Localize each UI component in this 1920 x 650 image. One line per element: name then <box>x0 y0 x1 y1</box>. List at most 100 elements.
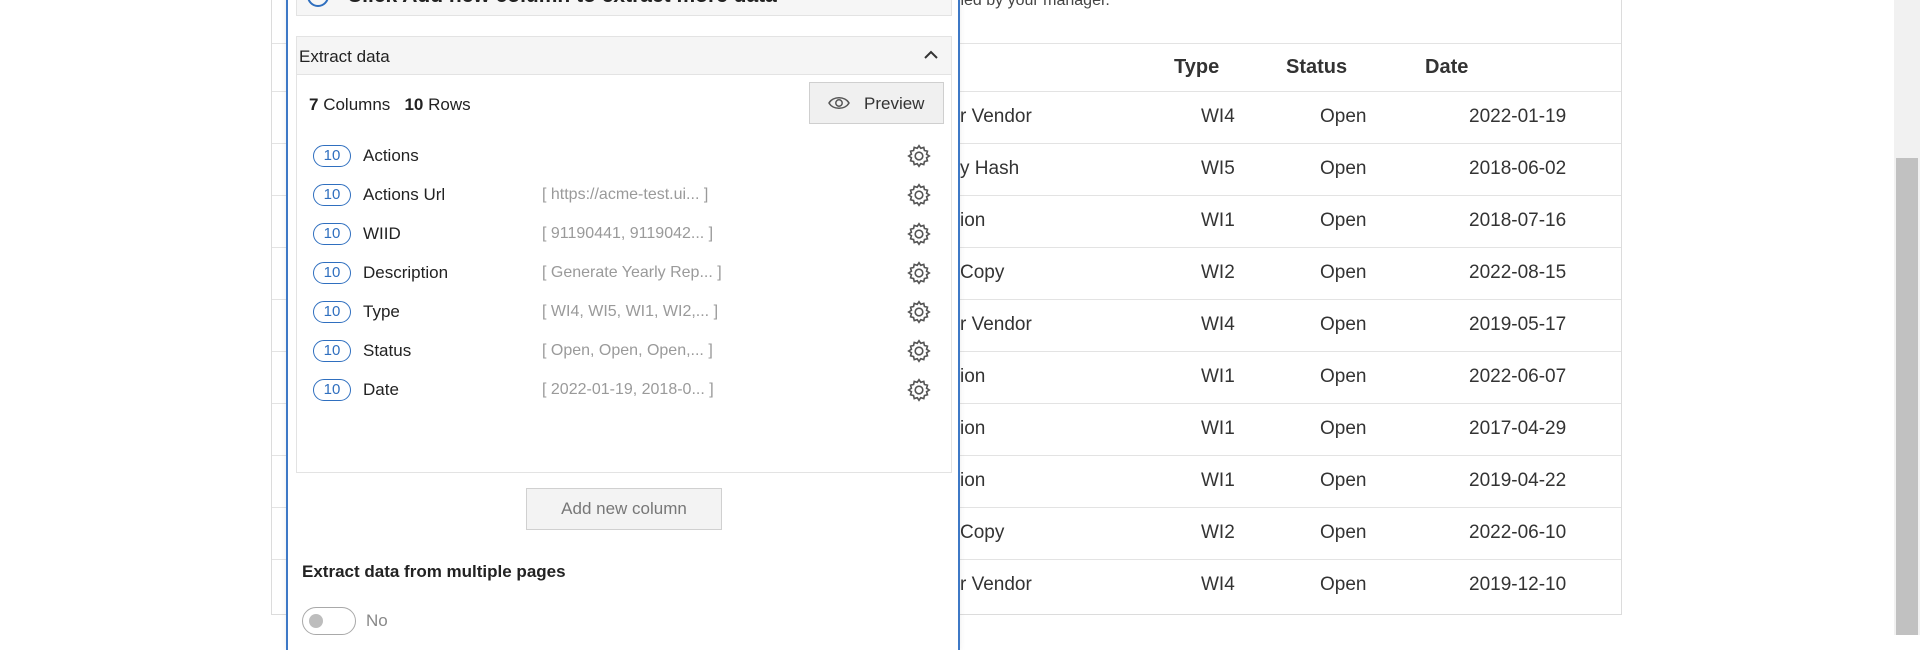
cell-status: Open <box>1320 522 1367 543</box>
cell-status: Open <box>1320 314 1367 335</box>
info-banner-text: Click Add new column to extract more dat… <box>347 0 777 8</box>
column-count-badge: 10 <box>313 379 351 401</box>
cell-description: r Vendor <box>960 106 1032 127</box>
cell-description: ion <box>960 210 986 231</box>
extracted-column-row: 10 Date [ 2022-01-19, 2018-0... ] <box>297 371 951 411</box>
cell-date: 2018-07-16 <box>1469 210 1567 231</box>
add-new-column-button[interactable]: Add new column <box>526 488 722 530</box>
extracted-column-row: 10 Status [ Open, Open, Open,... ] <box>297 332 951 372</box>
columns-label: Columns <box>323 95 391 114</box>
column-sample-values: [ 2022-01-19, 2018-0... ] <box>542 381 714 398</box>
cell-type: WI4 <box>1201 574 1235 595</box>
cell-status: Open <box>1320 470 1367 491</box>
gear-icon[interactable] <box>906 260 932 286</box>
extract-data-header[interactable]: Extract data <box>297 37 951 75</box>
extracted-column-row: 10 Actions <box>297 137 951 177</box>
cell-description: r Vendor <box>960 574 1032 595</box>
cell-type: WI4 <box>1201 106 1235 127</box>
column-header-status[interactable]: Status <box>1286 56 1347 79</box>
gear-icon[interactable] <box>906 377 932 403</box>
scrollbar-thumb[interactable] <box>1896 158 1918 635</box>
extracted-column-row: 10 WIID [ 91190441, 9119042... ] <box>297 215 951 255</box>
gear-icon[interactable] <box>906 182 932 208</box>
cell-type: WI1 <box>1201 366 1235 387</box>
cell-description: ion <box>960 418 986 439</box>
gear-icon[interactable] <box>906 221 932 247</box>
cell-type: WI5 <box>1201 158 1235 179</box>
column-name: Status <box>363 341 412 360</box>
column-count-badge: 10 <box>313 184 351 206</box>
column-sample-values: [ Open, Open, Open,... ] <box>542 342 713 359</box>
preview-button[interactable]: Preview <box>809 82 944 124</box>
cell-date: 2022-08-15 <box>1469 262 1567 283</box>
cell-status: Open <box>1320 366 1367 387</box>
cell-date: 2022-06-07 <box>1469 366 1567 387</box>
column-count-badge: 10 <box>313 301 351 323</box>
cell-date: 2019-05-17 <box>1469 314 1567 335</box>
cell-status: Open <box>1320 262 1367 283</box>
column-sample-values: [ Generate Yearly Rep... ] <box>542 264 722 281</box>
cell-description: ion <box>960 366 986 387</box>
cell-type: WI2 <box>1201 262 1235 283</box>
eye-icon <box>828 97 850 109</box>
cell-date: 2018-06-02 <box>1469 158 1567 179</box>
page-scrollbar[interactable] <box>1894 0 1920 635</box>
extracted-column-row: 10 Description [ Generate Yearly Rep... ] <box>297 254 951 294</box>
cell-description: Copy <box>960 262 1005 283</box>
gear-icon[interactable] <box>906 338 932 364</box>
gear-icon[interactable] <box>906 299 932 325</box>
column-name: Actions <box>363 146 419 165</box>
cell-description: ion <box>960 470 986 491</box>
column-name: Actions Url <box>363 185 446 204</box>
cell-description: r Vendor <box>960 314 1032 335</box>
cell-status: Open <box>1320 158 1367 179</box>
cell-status: Open <box>1320 418 1367 439</box>
cell-status: Open <box>1320 106 1367 127</box>
cell-type: WI1 <box>1201 210 1235 231</box>
page-subtitle: ...illed by your manager. <box>940 0 1110 9</box>
column-sample-values: [ https://acme-test.ui... ] <box>542 186 709 203</box>
cell-type: WI4 <box>1201 314 1235 335</box>
column-count-badge: 10 <box>313 223 351 245</box>
info-banner: Click Add new column to extract more dat… <box>296 0 952 16</box>
column-count-badge: 10 <box>313 340 351 362</box>
cell-type: WI1 <box>1201 418 1235 439</box>
cell-date: 2017-04-29 <box>1469 418 1567 439</box>
gear-icon[interactable] <box>906 143 932 169</box>
cell-date: 2022-06-10 <box>1469 522 1567 543</box>
column-name: Type <box>363 302 400 321</box>
extraction-counts: 7 Columns 10 Rows <box>309 95 471 115</box>
extract-data-title: Extract data <box>299 47 390 66</box>
extraction-wizard-panel: Click Add new column to extract more dat… <box>286 0 960 650</box>
rows-label: Rows <box>428 95 471 114</box>
column-name: Description <box>363 263 449 282</box>
toggle-knob <box>309 614 323 628</box>
cell-description: Copy <box>960 522 1005 543</box>
preview-label: Preview <box>864 94 925 113</box>
multiple-pages-toggle-label: No <box>366 611 388 630</box>
info-circle-icon <box>307 0 329 7</box>
column-name: WIID <box>363 224 401 243</box>
column-count-badge: 10 <box>313 145 351 167</box>
columns-count: 7 <box>309 95 319 114</box>
chevron-up-icon[interactable] <box>921 45 941 65</box>
cell-date: 2019-12-10 <box>1469 574 1567 595</box>
cell-status: Open <box>1320 210 1367 231</box>
column-header-type[interactable]: Type <box>1174 56 1219 79</box>
extract-data-section: Extract data 7 Columns 10 Rows Preview 1 <box>296 36 952 473</box>
multiple-pages-toggle[interactable] <box>302 607 356 635</box>
cell-type: WI2 <box>1201 522 1235 543</box>
cell-description: y Hash <box>960 158 1020 179</box>
rows-count: 10 <box>404 95 424 114</box>
cell-date: 2019-04-22 <box>1469 470 1567 491</box>
cell-status: Open <box>1320 574 1367 595</box>
column-sample-values: [ WI4, WI5, WI1, WI2,... ] <box>542 303 719 320</box>
cell-date: 2022-01-19 <box>1469 106 1567 127</box>
extracted-column-row: 10 Actions Url [ https://acme-test.ui... ] <box>297 176 951 216</box>
multiple-pages-label: Extract data from multiple pages <box>302 562 566 581</box>
cell-type: WI1 <box>1201 470 1235 491</box>
column-sample-values: [ 91190441, 9119042... ] <box>542 225 714 242</box>
column-name: Date <box>363 380 399 399</box>
column-header-date[interactable]: Date <box>1425 56 1468 79</box>
column-count-badge: 10 <box>313 262 351 284</box>
